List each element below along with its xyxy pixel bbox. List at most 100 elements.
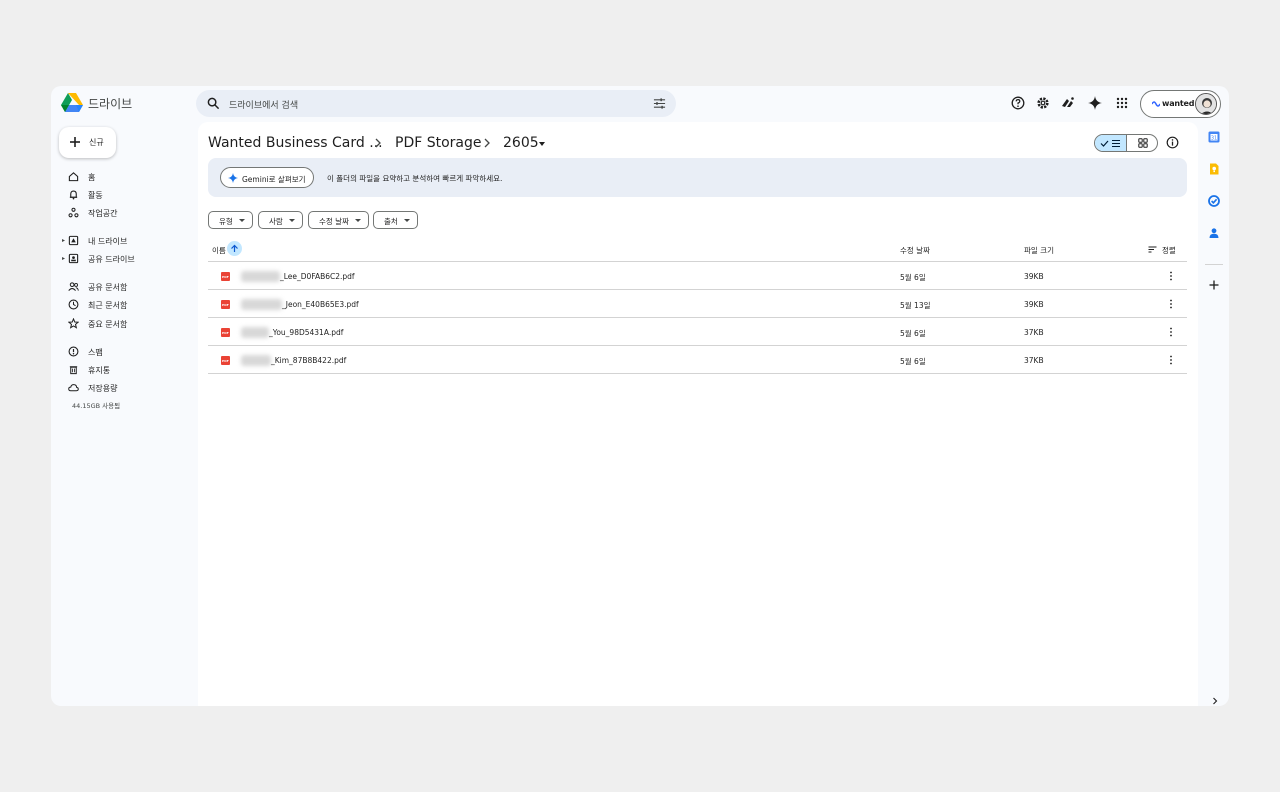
new-button[interactable]: 신규 [59,127,116,158]
file-modified: 5월 6일 [900,357,926,366]
get-addons-plus-icon[interactable] [1208,279,1220,291]
search-icon[interactable] [207,97,220,110]
sort-lines-icon[interactable] [1148,245,1157,254]
search-options-icon[interactable] [653,97,666,110]
sidebar-item-trash[interactable]: 휴지통 [51,361,196,378]
sort-ascending-button[interactable] [227,241,242,256]
column-size-header[interactable]: 파일 크기 [1024,245,1054,256]
sidebar-item-storage[interactable]: 저장용량 [51,379,196,396]
app-title[interactable]: 드라이브 [88,95,132,112]
tasks-icon[interactable] [1208,195,1220,207]
file-size: 39KB [1024,300,1044,309]
info-icon[interactable] [1166,136,1179,149]
account-button[interactable]: wanted [1140,90,1221,118]
column-modified-header[interactable]: 수정 날짜 [900,245,930,256]
sidebar-item-label: 최근 문서함 [88,301,128,310]
sidebar-item-label: 홈 [88,173,96,182]
calendar-icon[interactable]: 31 [1208,131,1220,143]
redacted-name [241,271,280,282]
filter-modified[interactable]: 수정 날짜 [308,211,369,229]
gear-icon[interactable] [1036,96,1050,110]
file-modified: 5월 6일 [900,329,926,338]
more-options-icon[interactable] [1166,326,1176,338]
sidebar-item-shared-with-me[interactable]: 공유 문서함 [51,278,196,295]
chevron-right-icon [484,138,490,148]
sidebar-item-shared-drives[interactable]: ▸ 공유 드라이브 [51,250,196,267]
sidebar-item-label: 작업공간 [88,209,118,218]
file-size: 37KB [1024,328,1044,337]
breadcrumb-current-folder[interactable]: 2605 [503,135,539,151]
sidebar-item-home[interactable]: 홈 [51,168,196,185]
sidebar-item-label: 스팸 [88,348,103,357]
filter-type[interactable]: 유형 [208,211,253,229]
redacted-name [241,327,269,338]
redacted-name [241,355,271,366]
list-view-icon [1100,139,1120,148]
sidebar-item-recent[interactable]: 최근 문서함 [51,296,196,313]
chevron-right-icon [375,138,381,148]
file-name[interactable]: _You_98D5431A.pdf [269,328,343,337]
avatar[interactable] [1195,93,1217,115]
contacts-icon[interactable] [1208,227,1220,239]
expand-side-panel-icon[interactable] [1211,697,1219,705]
sort-options-button[interactable]: 정렬 [1162,245,1176,256]
search-bar[interactable]: 드라이브에서 검색 [196,90,676,117]
filter-people[interactable]: 사람 [258,211,303,229]
column-name-header[interactable]: 이름 [212,245,226,256]
breadcrumb-item[interactable]: Wanted Business Card ... [208,135,383,151]
account-brand: wanted [1162,99,1195,108]
pdf-file-icon [221,300,230,309]
gemini-description: 이 폴더의 파일을 요약하고 분석하여 빠르게 파악하세요. [327,174,503,183]
file-name[interactable]: _Kim_87B8B422.pdf [271,356,346,365]
pdf-file-icon [221,328,230,337]
file-modified: 5월 6일 [900,273,926,282]
gemini-icon[interactable] [1088,96,1102,110]
table-row[interactable]: _Lee_D0FAB6C2.pdf 5월 6일 39KB [208,262,1187,290]
search-placeholder[interactable]: 드라이브에서 검색 [229,98,298,111]
filter-label: 출처 [384,217,398,226]
sidebar-item-starred[interactable]: 중요 문서함 [51,315,196,332]
list-view-button[interactable] [1095,135,1127,151]
expand-caret-icon[interactable]: ▸ [62,237,65,244]
dropdown-arrow-icon [355,219,361,222]
svg-text:31: 31 [1211,136,1217,142]
view-toggle[interactable] [1094,134,1158,152]
dropdown-arrow-icon [404,219,410,222]
filter-source[interactable]: 출처 [373,211,418,229]
table-row[interactable]: _Jeon_E40B65E3.pdf 5월 13일 39KB [208,290,1187,318]
rail-divider [1205,264,1223,265]
sidebar-item-my-drive[interactable]: ▸ 내 드라이브 [51,232,196,249]
sidebar-item-activity[interactable]: 활동 [51,186,196,203]
more-options-icon[interactable] [1166,270,1176,282]
workspaces-icon [68,207,79,218]
sidebar-item-label: 휴지통 [88,366,111,375]
table-row[interactable]: _Kim_87B8B422.pdf 5월 6일 37KB [208,346,1187,374]
wanted-logo-icon [1152,101,1160,107]
file-name[interactable]: _Lee_D0FAB6C2.pdf [280,272,355,281]
trash-icon [69,366,78,375]
more-options-icon[interactable] [1166,354,1176,366]
dropdown-arrow-icon [239,219,245,222]
google-drive-logo[interactable] [61,93,83,113]
grid-view-icon [1138,138,1148,148]
keep-icon[interactable] [1208,163,1220,175]
sidebar-item-label: 공유 문서함 [88,283,128,292]
help-icon[interactable] [1011,96,1025,110]
sidebar-item-spam[interactable]: 스팸 [51,343,196,360]
table-row[interactable]: _You_98D5431A.pdf 5월 6일 37KB [208,318,1187,346]
file-name[interactable]: _Jeon_E40B65E3.pdf [282,300,359,309]
gemini-banner: Gemini로 살펴보기 이 폴더의 파일을 요약하고 분석하여 빠르게 파악하… [208,158,1187,197]
gemini-explore-button[interactable]: Gemini로 살펴보기 [220,167,314,188]
expand-caret-icon[interactable]: ▸ [62,255,65,262]
file-size: 37KB [1024,356,1044,365]
chevron-down-icon[interactable] [538,141,546,147]
workspace-apps-icon[interactable] [1061,96,1075,110]
shared-drives-icon [68,253,79,264]
apps-grid-icon[interactable] [1115,96,1129,110]
redacted-name [241,299,282,310]
more-options-icon[interactable] [1166,298,1176,310]
sidebar-item-workspaces[interactable]: 작업공간 [51,204,196,221]
table-header: 이름 수정 날짜 파일 크기 정렬 [208,238,1187,262]
breadcrumb-item[interactable]: PDF Storage [395,135,482,151]
grid-view-button[interactable] [1127,135,1157,151]
